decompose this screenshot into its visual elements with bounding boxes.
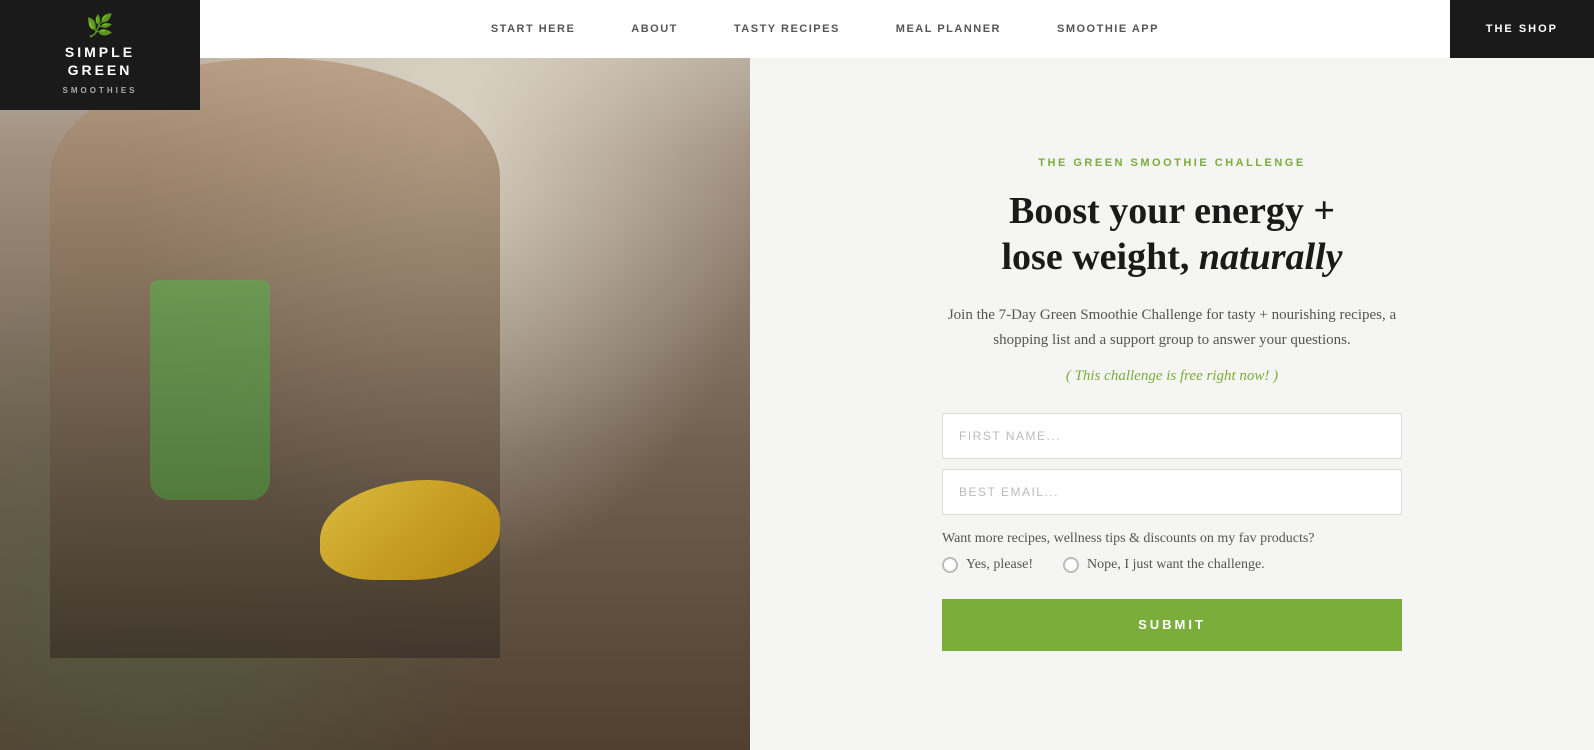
first-name-input[interactable] bbox=[942, 413, 1402, 459]
logo[interactable]: 🌿 SIMPLE GREEN SMOOTHIES bbox=[0, 0, 200, 110]
nav-meal-planner[interactable]: MEAL PLANNER bbox=[868, 23, 1029, 35]
main-nav: START HERE ABOUT TASTY RECIPES MEAL PLAN… bbox=[200, 0, 1594, 58]
headline-line2: lose weight, bbox=[1002, 236, 1199, 278]
challenge-description: Join the 7-Day Green Smoothie Challenge … bbox=[942, 303, 1402, 354]
email-group bbox=[942, 469, 1402, 515]
headline-line1: Boost your energy + bbox=[1009, 190, 1335, 232]
email-input[interactable] bbox=[942, 469, 1402, 515]
radio-group: Want more recipes, wellness tips & disco… bbox=[942, 531, 1402, 573]
radio-yes-circle bbox=[942, 557, 958, 573]
free-note: ( This challenge is free right now! ) bbox=[942, 368, 1402, 385]
radio-yes-option[interactable]: Yes, please! bbox=[942, 557, 1033, 573]
headline-italic: naturally bbox=[1199, 236, 1343, 278]
main-headline: Boost your energy + lose weight, natural… bbox=[942, 189, 1402, 280]
nav-tasty-recipes[interactable]: TASTY RECIPES bbox=[706, 23, 868, 35]
radio-yes-label: Yes, please! bbox=[966, 557, 1033, 573]
hero-image bbox=[0, 0, 750, 750]
radio-no-option[interactable]: Nope, I just want the challenge. bbox=[1063, 557, 1265, 573]
radio-options: Yes, please! Nope, I just want the chall… bbox=[942, 557, 1402, 573]
header: 🌿 SIMPLE GREEN SMOOTHIES START HERE ABOU… bbox=[0, 0, 1594, 58]
nav-items: START HERE ABOUT TASTY RECIPES MEAL PLAN… bbox=[200, 23, 1450, 35]
signup-panel: THE GREEN SMOOTHIE CHALLENGE Boost your … bbox=[750, 58, 1594, 750]
nav-start-here[interactable]: START HERE bbox=[463, 23, 603, 35]
first-name-group bbox=[942, 413, 1402, 459]
nav-about[interactable]: ABOUT bbox=[603, 23, 706, 35]
radio-no-circle bbox=[1063, 557, 1079, 573]
form-container: THE GREEN SMOOTHIE CHALLENGE Boost your … bbox=[942, 157, 1402, 650]
radio-question: Want more recipes, wellness tips & disco… bbox=[942, 531, 1402, 547]
challenge-label: THE GREEN SMOOTHIE CHALLENGE bbox=[942, 157, 1402, 169]
nav-smoothie-app[interactable]: SMOOTHIE APP bbox=[1029, 23, 1187, 35]
nav-shop-button[interactable]: THE SHOP bbox=[1450, 0, 1594, 58]
radio-no-label: Nope, I just want the challenge. bbox=[1087, 557, 1265, 573]
logo-leaves-icon: 🌿 bbox=[86, 13, 113, 39]
logo-text: SIMPLE GREEN SMOOTHIES bbox=[62, 43, 137, 98]
submit-button[interactable]: SUBMIT bbox=[942, 599, 1402, 651]
